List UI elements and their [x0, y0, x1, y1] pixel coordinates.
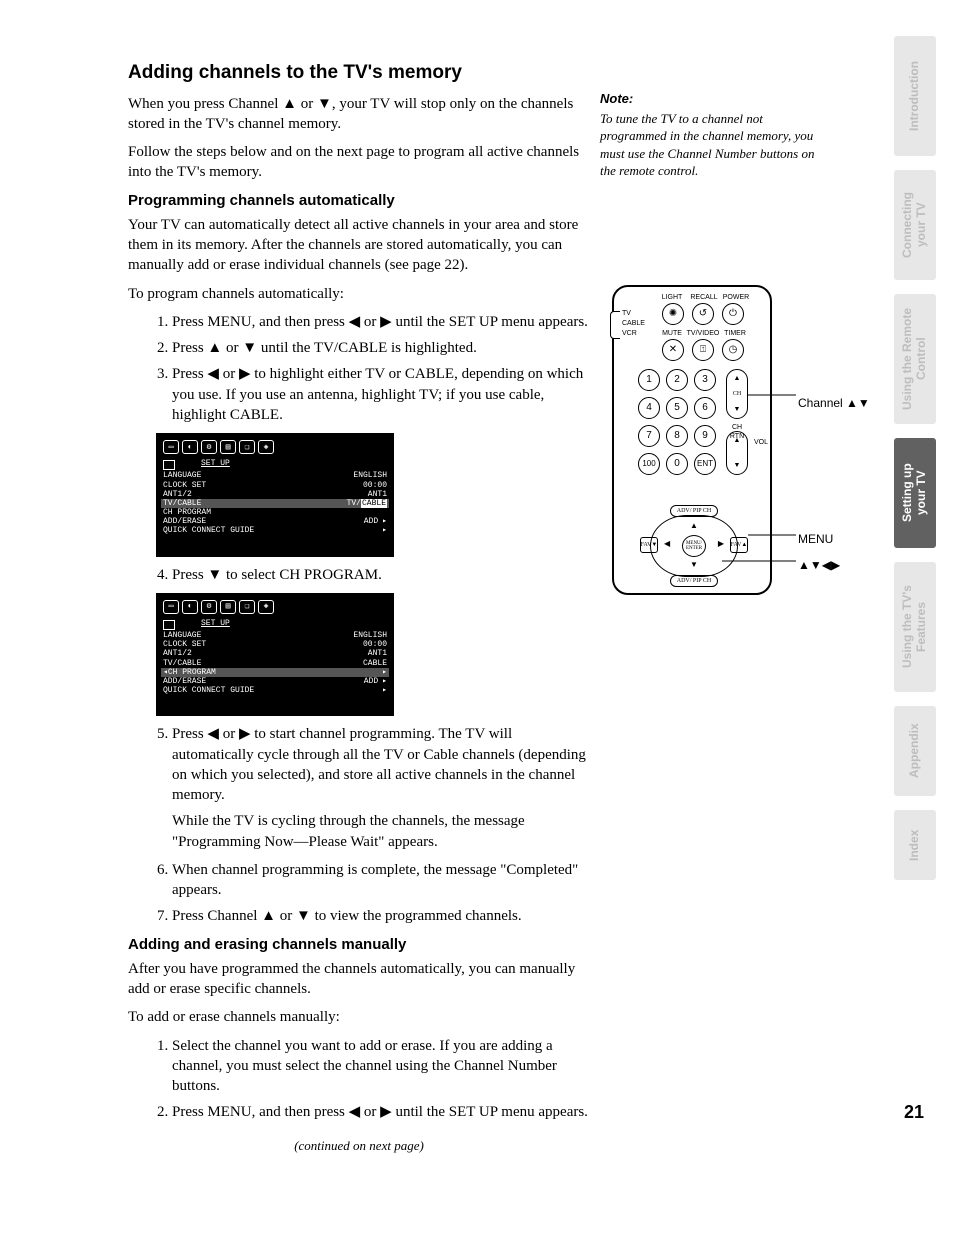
- side-tabs: Introduction Connecting your TV Using th…: [894, 36, 936, 894]
- mute-button: ✕: [662, 339, 684, 361]
- fav-down-button: FAV▼: [640, 537, 658, 553]
- step: Press MENU, and then press ◀ or ▶ until …: [172, 312, 590, 332]
- auto-paragraph: Your TV can automatically detect all act…: [128, 215, 590, 276]
- digit-9-button: 9: [694, 425, 716, 447]
- digit-2-button: 2: [666, 369, 688, 391]
- step: Press ▼ to select CH PROGRAM.: [172, 565, 590, 585]
- menu-enter-button: MENU/ ENTER: [682, 535, 706, 557]
- step: Press Channel ▲ or ▼ to view the program…: [172, 906, 590, 926]
- intro-paragraph-1: When you press Channel ▲ or ▼, your TV w…: [128, 94, 590, 135]
- section-title: Adding channels to the TV's memory: [128, 60, 590, 86]
- fav-up-button: FAV▲: [730, 537, 748, 553]
- tab-connecting: Connecting your TV: [894, 170, 936, 280]
- timer-button: ◷: [722, 339, 744, 361]
- tvvideo-button: ⍐: [692, 339, 714, 361]
- callout-menu: MENU: [798, 531, 833, 547]
- step: Select the channel you want to add or er…: [172, 1036, 590, 1097]
- note-block: Note: To tune the TV to a channel not pr…: [600, 90, 830, 180]
- recall-button: ↺: [692, 303, 714, 325]
- manual-steps-list: Select the channel you want to add or er…: [128, 1036, 590, 1123]
- digit-7-button: 7: [638, 425, 660, 447]
- note-body: To tune the TV to a channel not programm…: [600, 110, 830, 180]
- subhead-manual: Adding and erasing channels manually: [128, 935, 590, 955]
- digit-5-button: 5: [666, 397, 688, 419]
- digit-3-button: 3: [694, 369, 716, 391]
- volume-rocker: ▲▼: [726, 431, 748, 475]
- auto-steps-list-2: Press ▼ to select CH PROGRAM.: [128, 565, 590, 585]
- continued-note: (continued on next page): [128, 1137, 590, 1155]
- tab-features: Using the TV's Features: [894, 562, 936, 692]
- page-number: 21: [904, 1100, 924, 1124]
- step: When channel programming is complete, th…: [172, 860, 590, 901]
- menu-screenshot-2: ▭◐⚙▤❏◈ SET UP LANGUAGEENGLISH CLOCK SET0…: [156, 593, 394, 717]
- remote-illustration: TV CABLE VCR LIGHT RECALL POWER ✺ ↺ ⏻ MU…: [612, 285, 872, 595]
- tab-introduction: Introduction: [894, 36, 936, 156]
- tv-cable-vcr-switch: [610, 311, 620, 339]
- digit-0-button: 0: [666, 453, 688, 475]
- note-heading: Note:: [600, 90, 830, 108]
- auto-steps-list: Press MENU, and then press ◀ or ▶ until …: [128, 312, 590, 425]
- manual-lead: To add or erase channels manually:: [128, 1007, 590, 1027]
- manual-paragraph: After you have programmed the channels a…: [128, 959, 590, 1000]
- menu-screenshot-1: ▭◐⚙▤❏◈ SET UP LANGUAGEENGLISH CLOCK SET0…: [156, 433, 394, 557]
- light-button: ✺: [662, 303, 684, 325]
- step: Press ◀ or ▶ to highlight either TV or C…: [172, 364, 590, 425]
- power-button: ⏻: [722, 303, 744, 325]
- channel-rocker: ▲CH▼: [726, 369, 748, 419]
- ent-button: ENT: [694, 453, 716, 475]
- tab-appendix: Appendix: [894, 706, 936, 796]
- step: Press ▲ or ▼ until the TV/CABLE is highl…: [172, 338, 590, 358]
- digit-4-button: 4: [638, 397, 660, 419]
- digit-6-button: 6: [694, 397, 716, 419]
- step: Press ◀ or ▶ to start channel programmin…: [172, 724, 590, 852]
- tab-index: Index: [894, 810, 936, 880]
- digit-1-button: 1: [638, 369, 660, 391]
- digit-8-button: 8: [666, 425, 688, 447]
- auto-steps-list-3: Press ◀ or ▶ to start channel programmin…: [128, 724, 590, 926]
- callout-arrows: ▲▼◀▶: [798, 557, 840, 573]
- subhead-auto: Programming channels automatically: [128, 191, 590, 211]
- tab-remote: Using the Remote Control: [894, 294, 936, 424]
- tab-setting-up: Setting up your TV: [894, 438, 936, 548]
- menu-dpad: ADV/ PIP CH ▲ ▼ ◀ ▶ MENU/ ENTER FAV▼ FAV…: [642, 507, 746, 585]
- callout-channel: Channel ▲▼: [798, 395, 870, 411]
- auto-lead: To program channels automatically:: [128, 284, 590, 304]
- step-subtext: While the TV is cycling through the chan…: [172, 811, 590, 852]
- intro-paragraph-2: Follow the steps below and on the next p…: [128, 142, 590, 183]
- digit-100-button: 100: [638, 453, 660, 475]
- step: Press MENU, and then press ◀ or ▶ until …: [172, 1102, 590, 1122]
